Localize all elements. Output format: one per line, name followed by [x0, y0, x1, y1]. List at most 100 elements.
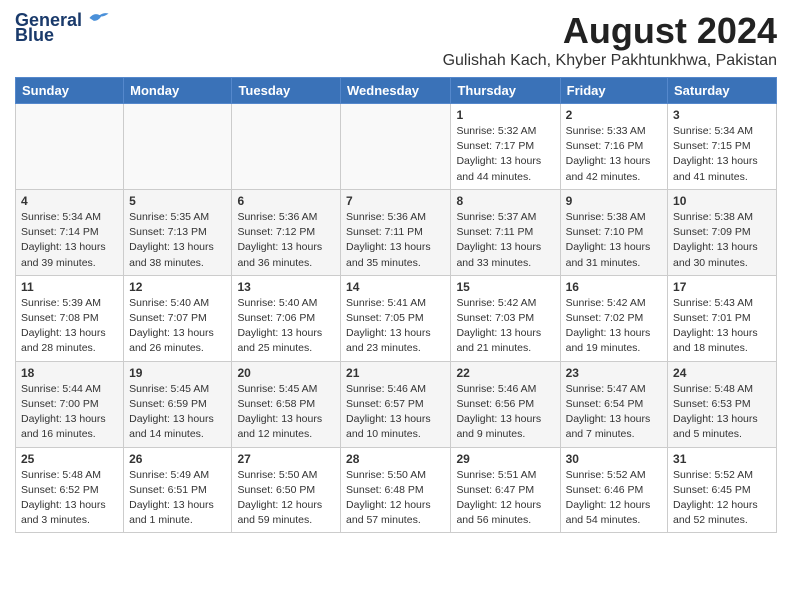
day-number: 25	[21, 452, 118, 466]
day-number: 14	[346, 280, 445, 294]
calendar-cell: 1Sunrise: 5:32 AM Sunset: 7:17 PM Daylig…	[451, 104, 560, 190]
logo: General Blue	[15, 10, 110, 46]
day-number: 1	[456, 108, 554, 122]
day-info: Sunrise: 5:50 AM Sunset: 6:48 PM Dayligh…	[346, 468, 445, 529]
calendar-cell: 12 Sunrise: 5:40 AM Sunset: 7:07 PM Dayli…	[124, 275, 232, 361]
weekday-header-friday: Friday	[560, 78, 667, 104]
day-info: Sunrise: 5:43 AM Sunset: 7:01 PM Dayligh…	[673, 296, 771, 357]
day-info: Sunrise: 5:36 AM Sunset: 7:12 PM Dayligh…	[237, 210, 335, 271]
day-number: 16	[566, 280, 662, 294]
calendar-cell: 9 Sunrise: 5:38 AM Sunset: 7:10 PM Daylig…	[560, 189, 667, 275]
calendar-cell: 5 Sunrise: 5:35 AM Sunset: 7:13 PM Daylig…	[124, 189, 232, 275]
calendar-cell: 13 Sunrise: 5:40 AM Sunset: 7:06 PM Dayli…	[232, 275, 341, 361]
calendar-body: 1Sunrise: 5:32 AM Sunset: 7:17 PM Daylig…	[16, 104, 777, 533]
day-number: 5	[129, 194, 226, 208]
calendar-cell: 11 Sunrise: 5:39 AM Sunset: 7:08 PM Dayli…	[16, 275, 124, 361]
day-number: 29	[456, 452, 554, 466]
day-info: Sunrise: 5:50 AM Sunset: 6:50 PM Dayligh…	[237, 468, 335, 529]
day-info: Sunrise: 5:42 AM Sunset: 7:03 PM Dayligh…	[456, 296, 554, 357]
weekday-header-tuesday: Tuesday	[232, 78, 341, 104]
calendar-cell	[124, 104, 232, 190]
calendar-week-row: 4 Sunrise: 5:34 AM Sunset: 7:14 PM Daylig…	[16, 189, 777, 275]
subtitle: Gulishah Kach, Khyber Pakhtunkhwa, Pakis…	[443, 52, 777, 70]
weekday-header-sunday: Sunday	[16, 78, 124, 104]
calendar-cell: 10 Sunrise: 5:38 AM Sunset: 7:09 PM Dayli…	[668, 189, 777, 275]
day-info: Sunrise: 5:42 AM Sunset: 7:02 PM Dayligh…	[566, 296, 662, 357]
day-info: Sunrise: 5:46 AM Sunset: 6:56 PM Dayligh…	[456, 382, 554, 443]
day-info: Sunrise: 5:45 AM Sunset: 6:58 PM Dayligh…	[237, 382, 335, 443]
day-info: Sunrise: 5:51 AM Sunset: 6:47 PM Dayligh…	[456, 468, 554, 529]
day-number: 8	[456, 194, 554, 208]
day-info: Sunrise: 5:34 AM Sunset: 7:15 PM Dayligh…	[673, 124, 771, 185]
calendar-cell: 18 Sunrise: 5:44 AM Sunset: 7:00 PM Dayli…	[16, 361, 124, 447]
day-number: 3	[673, 108, 771, 122]
day-info: Sunrise: 5:40 AM Sunset: 7:06 PM Dayligh…	[237, 296, 335, 357]
day-info: Sunrise: 5:49 AM Sunset: 6:51 PM Dayligh…	[129, 468, 226, 529]
calendar-cell: 15 Sunrise: 5:42 AM Sunset: 7:03 PM Dayli…	[451, 275, 560, 361]
calendar-cell: 4 Sunrise: 5:34 AM Sunset: 7:14 PM Daylig…	[16, 189, 124, 275]
calendar-cell: 8 Sunrise: 5:37 AM Sunset: 7:11 PM Daylig…	[451, 189, 560, 275]
calendar-cell: 30Sunrise: 5:52 AM Sunset: 6:46 PM Dayli…	[560, 447, 667, 533]
day-number: 4	[21, 194, 118, 208]
calendar-cell: 19Sunrise: 5:45 AM Sunset: 6:59 PM Dayli…	[124, 361, 232, 447]
calendar-week-row: 25Sunrise: 5:48 AM Sunset: 6:52 PM Dayli…	[16, 447, 777, 533]
calendar-header-row: SundayMondayTuesdayWednesdayThursdayFrid…	[16, 78, 777, 104]
weekday-header-monday: Monday	[124, 78, 232, 104]
day-info: Sunrise: 5:48 AM Sunset: 6:53 PM Dayligh…	[673, 382, 771, 443]
day-info: Sunrise: 5:38 AM Sunset: 7:10 PM Dayligh…	[566, 210, 662, 271]
day-info: Sunrise: 5:52 AM Sunset: 6:45 PM Dayligh…	[673, 468, 771, 529]
calendar-cell: 20 Sunrise: 5:45 AM Sunset: 6:58 PM Dayli…	[232, 361, 341, 447]
day-number: 10	[673, 194, 771, 208]
day-number: 22	[456, 366, 554, 380]
day-info: Sunrise: 5:36 AM Sunset: 7:11 PM Dayligh…	[346, 210, 445, 271]
calendar-cell: 17 Sunrise: 5:43 AM Sunset: 7:01 PM Dayli…	[668, 275, 777, 361]
day-info: Sunrise: 5:35 AM Sunset: 7:13 PM Dayligh…	[129, 210, 226, 271]
day-info: Sunrise: 5:38 AM Sunset: 7:09 PM Dayligh…	[673, 210, 771, 271]
calendar-cell: 29 Sunrise: 5:51 AM Sunset: 6:47 PM Dayli…	[451, 447, 560, 533]
day-info: Sunrise: 5:45 AM Sunset: 6:59 PM Dayligh…	[129, 382, 226, 443]
day-info: Sunrise: 5:37 AM Sunset: 7:11 PM Dayligh…	[456, 210, 554, 271]
day-number: 12	[129, 280, 226, 294]
day-number: 20	[237, 366, 335, 380]
calendar-cell: 3 Sunrise: 5:34 AM Sunset: 7:15 PM Daylig…	[668, 104, 777, 190]
day-number: 23	[566, 366, 662, 380]
weekday-header-wednesday: Wednesday	[341, 78, 451, 104]
day-info: Sunrise: 5:47 AM Sunset: 6:54 PM Dayligh…	[566, 382, 662, 443]
calendar-cell: 7 Sunrise: 5:36 AM Sunset: 7:11 PM Daylig…	[341, 189, 451, 275]
calendar-cell: 24 Sunrise: 5:48 AM Sunset: 6:53 PM Dayli…	[668, 361, 777, 447]
day-info: Sunrise: 5:39 AM Sunset: 7:08 PM Dayligh…	[21, 296, 118, 357]
calendar-cell	[341, 104, 451, 190]
calendar-week-row: 11 Sunrise: 5:39 AM Sunset: 7:08 PM Dayli…	[16, 275, 777, 361]
day-number: 13	[237, 280, 335, 294]
title-section: August 2024 Gulishah Kach, Khyber Pakhtu…	[443, 10, 777, 70]
calendar-cell: 31 Sunrise: 5:52 AM Sunset: 6:45 PM Dayli…	[668, 447, 777, 533]
day-info: Sunrise: 5:40 AM Sunset: 7:07 PM Dayligh…	[129, 296, 226, 357]
main-title: August 2024	[443, 10, 777, 52]
day-number: 27	[237, 452, 335, 466]
day-number: 2	[566, 108, 662, 122]
calendar-cell	[232, 104, 341, 190]
day-number: 30	[566, 452, 662, 466]
day-number: 31	[673, 452, 771, 466]
day-info: Sunrise: 5:33 AM Sunset: 7:16 PM Dayligh…	[566, 124, 662, 185]
day-number: 18	[21, 366, 118, 380]
calendar-cell: 16 Sunrise: 5:42 AM Sunset: 7:02 PM Dayli…	[560, 275, 667, 361]
calendar-cell: 14Sunrise: 5:41 AM Sunset: 7:05 PM Dayli…	[341, 275, 451, 361]
day-number: 7	[346, 194, 445, 208]
day-number: 11	[21, 280, 118, 294]
calendar-week-row: 1Sunrise: 5:32 AM Sunset: 7:17 PM Daylig…	[16, 104, 777, 190]
calendar-cell: 28Sunrise: 5:50 AM Sunset: 6:48 PM Dayli…	[341, 447, 451, 533]
calendar-cell: 25Sunrise: 5:48 AM Sunset: 6:52 PM Dayli…	[16, 447, 124, 533]
day-number: 21	[346, 366, 445, 380]
day-number: 17	[673, 280, 771, 294]
calendar-cell: 6Sunrise: 5:36 AM Sunset: 7:12 PM Daylig…	[232, 189, 341, 275]
day-number: 9	[566, 194, 662, 208]
day-number: 26	[129, 452, 226, 466]
weekday-header-saturday: Saturday	[668, 78, 777, 104]
calendar-cell: 26 Sunrise: 5:49 AM Sunset: 6:51 PM Dayli…	[124, 447, 232, 533]
day-number: 24	[673, 366, 771, 380]
day-number: 15	[456, 280, 554, 294]
day-info: Sunrise: 5:34 AM Sunset: 7:14 PM Dayligh…	[21, 210, 118, 271]
day-info: Sunrise: 5:44 AM Sunset: 7:00 PM Dayligh…	[21, 382, 118, 443]
calendar-cell: 21Sunrise: 5:46 AM Sunset: 6:57 PM Dayli…	[341, 361, 451, 447]
